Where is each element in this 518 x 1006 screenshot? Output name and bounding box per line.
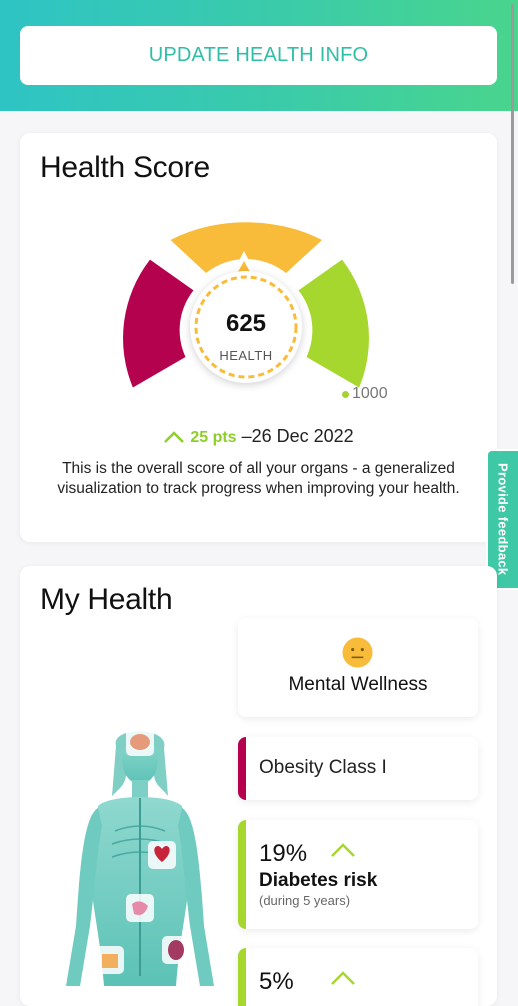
health-score-value: 625 bbox=[225, 310, 267, 337]
risk-stat-percent: 5% bbox=[259, 968, 294, 995]
my-health-card: My Health Mental Wellness Obesity Class … bbox=[20, 566, 497, 1006]
chevron-up-icon bbox=[331, 843, 355, 857]
obesity-card[interactable]: Obesity Class I bbox=[238, 737, 478, 800]
chevron-up-icon bbox=[164, 431, 185, 443]
update-health-info-button[interactable]: UPDATE HEALTH INFO bbox=[20, 26, 497, 85]
neutral-face-icon bbox=[342, 637, 373, 668]
diabetes-risk-card[interactable]: 19% Diabetes risk (during 5 years) bbox=[238, 820, 478, 929]
diabetes-risk-label: Diabetes risk bbox=[259, 870, 378, 891]
score-change-points: 25 pts bbox=[190, 429, 237, 446]
body-figure-illustration bbox=[66, 728, 214, 986]
risk-color-bar bbox=[238, 948, 246, 1006]
mental-wellness-label: Mental Wellness bbox=[288, 674, 428, 695]
health-gauge bbox=[123, 222, 369, 388]
health-score-description: This is the overall score of all your or… bbox=[57, 460, 460, 497]
gauge-max-label: 1000 bbox=[342, 385, 388, 403]
page-scrollbar[interactable] bbox=[511, 4, 514, 284]
header-banner: UPDATE HEALTH INFO bbox=[0, 0, 518, 111]
max-dot-icon bbox=[342, 390, 349, 398]
fat-tissue-icon bbox=[96, 946, 124, 974]
diabetes-risk-percent: 19% bbox=[259, 840, 308, 867]
score-change-date: –26 Dec 2022 bbox=[241, 426, 354, 446]
brain-icon bbox=[126, 728, 154, 756]
my-health-title: My Health bbox=[40, 583, 173, 616]
mental-wellness-card[interactable]: Mental Wellness bbox=[238, 618, 478, 717]
feedback-label: Provide feedback bbox=[495, 463, 511, 576]
obesity-label: Obesity Class I bbox=[259, 757, 387, 778]
obesity-color-bar bbox=[238, 737, 246, 800]
chevron-up-icon bbox=[331, 971, 355, 985]
health-score-title: Health Score bbox=[40, 151, 210, 184]
risk-stat-card[interactable]: 5% bbox=[238, 948, 478, 1006]
gauge-segment-high bbox=[298, 259, 369, 388]
diabetes-color-bar bbox=[238, 820, 246, 929]
diabetes-risk-subtitle: (during 5 years) bbox=[259, 893, 351, 908]
kidney-icon bbox=[162, 936, 190, 964]
gauge-segment-low bbox=[123, 259, 194, 388]
heart-icon bbox=[148, 841, 176, 869]
health-score-card: Health Score 625 HEALTH 1000 25 pts –26 … bbox=[20, 133, 497, 542]
health-score-label: HEALTH bbox=[219, 348, 273, 363]
score-change-row: 25 pts –26 Dec 2022 bbox=[20, 426, 497, 447]
stomach-icon bbox=[126, 894, 154, 922]
